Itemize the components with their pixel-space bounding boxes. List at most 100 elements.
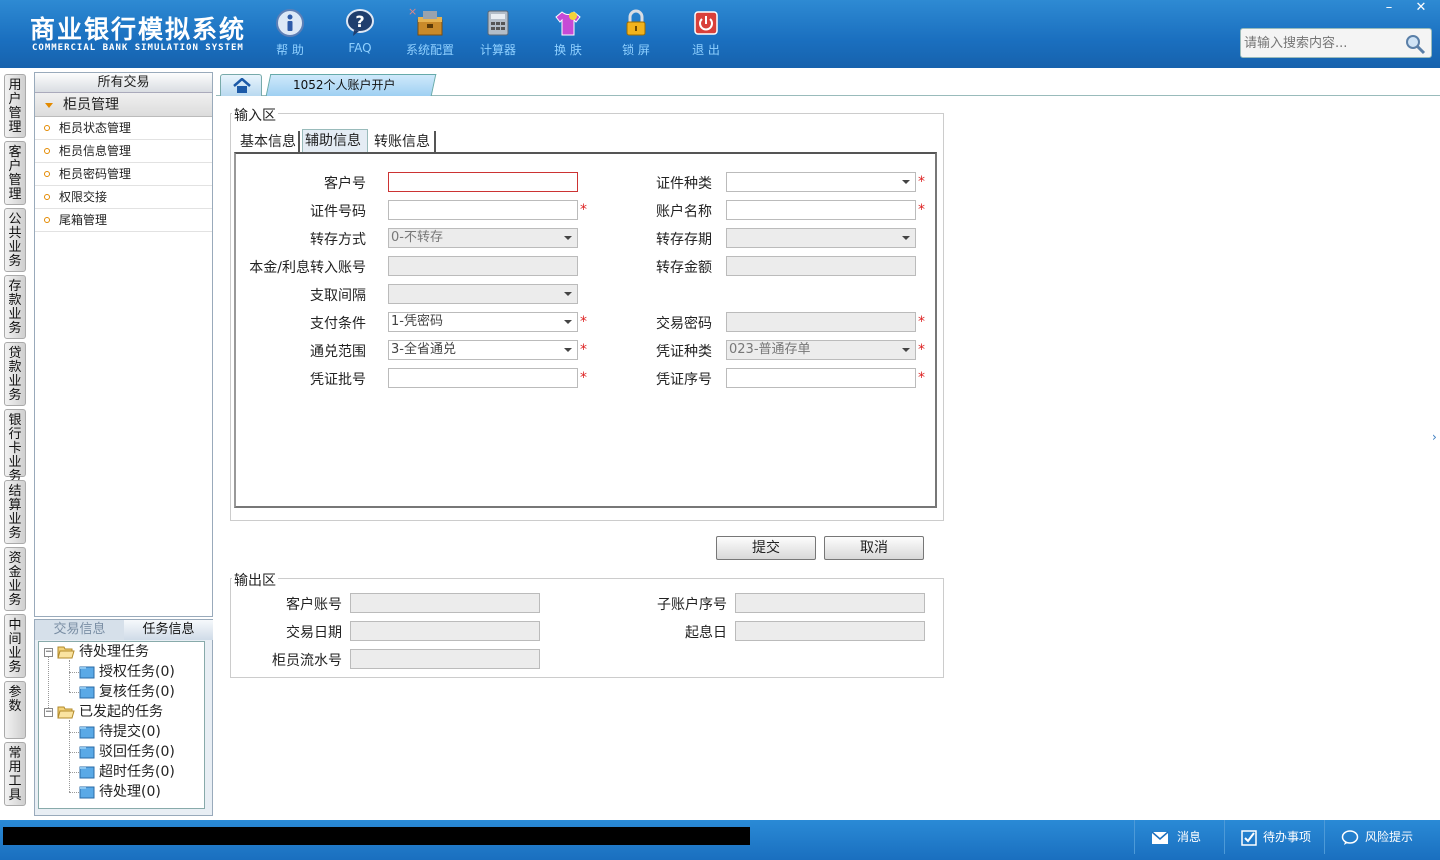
- tree-node-timeout[interactable]: 超时任务(0): [79, 763, 175, 781]
- collapse-icon[interactable]: −: [44, 648, 53, 657]
- tree-node-to-process[interactable]: 待处理(0): [79, 783, 161, 801]
- vtab-parameters[interactable]: 参数: [4, 681, 26, 739]
- messages-button[interactable]: 消息: [1134, 820, 1224, 854]
- chevron-right-icon[interactable]: ›: [1432, 430, 1440, 456]
- rollover-term-select[interactable]: [726, 228, 916, 248]
- search-input[interactable]: [1244, 34, 1404, 52]
- withdraw-interval-select[interactable]: [388, 284, 578, 304]
- calculator-button[interactable]: 计算器: [468, 8, 528, 58]
- sidebar-item-teller-password[interactable]: 柜员密码管理: [35, 163, 212, 186]
- todo-label: 待办事项: [1263, 830, 1312, 844]
- id-no-input[interactable]: [388, 200, 578, 220]
- tree-node-auth-tasks[interactable]: 授权任务(0): [79, 663, 175, 681]
- tree-node-initiated-tasks[interactable]: 已发起的任务: [57, 703, 163, 721]
- sidebar-item-authority-handover[interactable]: 权限交接: [35, 186, 212, 209]
- required-mark: *: [918, 202, 925, 218]
- voucher-type-select[interactable]: 023-普通存单: [726, 340, 916, 360]
- required-mark: *: [918, 174, 925, 190]
- status-message-area: [3, 827, 750, 845]
- folder-icon: [79, 686, 95, 699]
- tree-node-to-submit[interactable]: 待提交(0): [79, 723, 161, 741]
- minimize-button[interactable]: –: [1374, 0, 1404, 18]
- module-tabs: 用户管理 客户管理 公共业务 存款业务 贷款业务 银行卡业务 结算业务 资金业务…: [0, 68, 30, 820]
- customer-account-output: [350, 593, 540, 613]
- submit-button[interactable]: 提交: [716, 536, 816, 560]
- sidebar-item-label: 尾箱管理: [59, 213, 108, 227]
- lock-screen-button[interactable]: 锁 屏: [606, 8, 666, 58]
- checkbox-icon: [1241, 829, 1257, 846]
- task-tree: − 待处理任务 授权任务(0) 复核任务(0) − 已发起的任务 待提交(0) …: [38, 641, 205, 809]
- risk-alert-button[interactable]: 风险提示: [1324, 820, 1440, 854]
- sidebar-item-teller-info[interactable]: 柜员信息管理: [35, 140, 212, 163]
- tab-task-info[interactable]: 任务信息: [124, 620, 213, 640]
- app-header: 商业银行模拟系统 COMMERCIAL BANK SIMULATION SYST…: [0, 0, 1440, 68]
- vtab-common-tools[interactable]: 常用工具: [4, 742, 26, 806]
- vtab-fund-business[interactable]: 资金业务: [4, 547, 26, 611]
- sub-account-seq-label: 子账户序号: [657, 597, 727, 613]
- help-icon: [276, 9, 304, 37]
- account-name-input[interactable]: [726, 200, 916, 220]
- tshirt-icon: [555, 11, 581, 36]
- voucher-type-label: 凭证种类: [656, 344, 712, 360]
- voucher-seq-label: 凭证序号: [656, 372, 712, 388]
- chevron-down-icon: [564, 292, 572, 296]
- search-icon[interactable]: [1403, 32, 1427, 56]
- faq-icon: ?: [346, 9, 374, 36]
- withdraw-interval-label: 支取间隔: [310, 288, 366, 304]
- voucher-seq-input[interactable]: [726, 368, 916, 388]
- rollover-amount-input[interactable]: [726, 256, 916, 276]
- chevron-down-icon: [564, 236, 572, 240]
- teller-serial-label: 柜员流水号: [272, 653, 342, 669]
- vtab-settlement-business[interactable]: 结算业务: [4, 480, 26, 544]
- todo-button[interactable]: 待办事项: [1224, 820, 1324, 854]
- vtab-public-business[interactable]: 公共业务: [4, 208, 26, 272]
- faq-button[interactable]: ? FAQ: [330, 8, 390, 55]
- help-button[interactable]: 帮 助: [260, 8, 320, 58]
- tree-node-pending-tasks[interactable]: 待处理任务: [57, 643, 149, 661]
- vtab-intermediate-business[interactable]: 中间业务: [4, 614, 26, 678]
- sidebar-item-label: 柜员密码管理: [59, 167, 132, 181]
- tab-basic-info[interactable]: 基本信息: [238, 131, 300, 153]
- rollover-term-label: 转存存期: [656, 232, 712, 248]
- sidebar-group-teller-management[interactable]: 柜员管理: [35, 93, 212, 117]
- customer-no-input[interactable]: [388, 172, 578, 192]
- close-tab-icon[interactable]: ×: [408, 5, 417, 18]
- folder-icon: [79, 766, 95, 779]
- tree-node-label: 已发起的任务: [79, 704, 163, 720]
- tab-auxiliary-info[interactable]: 辅助信息: [302, 129, 368, 153]
- trade-password-input[interactable]: [726, 312, 916, 332]
- tree-node-rejected[interactable]: 驳回任务(0): [79, 743, 175, 761]
- tree-node-label: 超时任务(0): [99, 764, 175, 780]
- power-icon: [694, 11, 718, 35]
- app-title: 商业银行模拟系统: [30, 15, 247, 44]
- lock-screen-label: 锁 屏: [622, 43, 650, 57]
- chevron-down-icon: [564, 320, 572, 324]
- bullet-icon: [44, 217, 50, 223]
- pay-condition-select[interactable]: 1-凭密码: [388, 312, 578, 332]
- cancel-button[interactable]: 取消: [824, 536, 924, 560]
- principal-account-input[interactable]: [388, 256, 578, 276]
- tree-node-review-tasks[interactable]: 复核任务(0): [79, 683, 175, 701]
- bullet-icon: [44, 194, 50, 200]
- exchange-scope-select[interactable]: 3-全省通兑: [388, 340, 578, 360]
- skin-button[interactable]: 换 肤: [538, 8, 598, 58]
- sidebar-header[interactable]: 所有交易: [35, 73, 212, 93]
- vtab-deposit-business[interactable]: 存款业务: [4, 275, 26, 339]
- tab-transfer-info[interactable]: 转账信息: [372, 131, 436, 153]
- vtab-loan-business[interactable]: 贷款业务: [4, 342, 26, 406]
- close-window-button[interactable]: ✕: [1406, 0, 1436, 18]
- exit-button[interactable]: 退 出: [676, 8, 736, 58]
- collapse-icon[interactable]: −: [44, 708, 53, 717]
- id-type-select[interactable]: [726, 172, 916, 192]
- sidebar-item-teller-status[interactable]: 柜员状态管理: [35, 117, 212, 140]
- rollover-method-label: 转存方式: [310, 232, 366, 248]
- tab-transaction-info[interactable]: 交易信息: [35, 620, 124, 640]
- tab-home[interactable]: [220, 74, 262, 96]
- id-type-label: 证件种类: [656, 176, 712, 192]
- voucher-batch-input[interactable]: [388, 368, 578, 388]
- vtab-customer-management[interactable]: 客户管理: [4, 141, 26, 205]
- vtab-user-management[interactable]: 用户管理: [4, 74, 26, 138]
- sidebar-item-tail-box[interactable]: 尾箱管理: [35, 209, 212, 232]
- vtab-bank-card-business[interactable]: 银行卡业务: [4, 409, 26, 484]
- rollover-method-select[interactable]: 0-不转存: [388, 228, 578, 248]
